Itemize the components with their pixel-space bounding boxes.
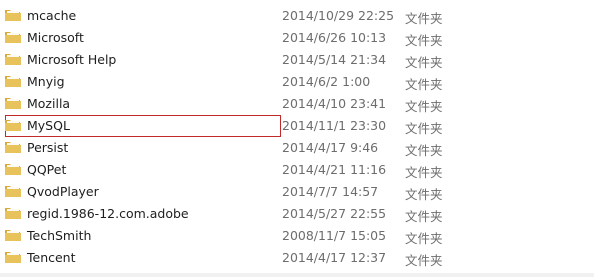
file-row[interactable]: Mozilla 2014/4/10 23:41 文件夹 bbox=[0, 93, 594, 115]
file-name: mcache bbox=[27, 8, 77, 23]
file-row[interactable]: Microsoft Help 2014/5/14 21:34 文件夹 bbox=[0, 49, 594, 71]
file-modified-date: 2014/6/26 10:13 bbox=[282, 30, 387, 45]
file-type: 文件夹 bbox=[405, 77, 443, 92]
file-row[interactable]: QQPet 2014/4/21 11:16 文件夹 bbox=[0, 159, 594, 181]
folder-icon bbox=[4, 117, 22, 133]
file-name: Tencent bbox=[27, 250, 76, 265]
file-name: QQPet bbox=[27, 162, 67, 177]
folder-icon bbox=[4, 249, 22, 265]
file-modified-date: 2014/4/17 12:37 bbox=[282, 250, 387, 265]
file-row[interactable]: Persist 2014/4/17 9:46 文件夹 bbox=[0, 137, 594, 159]
file-row[interactable]: TechSmith 2008/11/7 15:05 文件夹 bbox=[0, 225, 594, 247]
file-type: 文件夹 bbox=[405, 33, 443, 48]
file-modified-date: 2014/4/21 11:16 bbox=[282, 162, 387, 177]
file-row[interactable]: regid.1986-12.com.adobe 2014/5/27 22:55 文件… bbox=[0, 203, 594, 225]
file-type: 文件夹 bbox=[405, 209, 443, 224]
file-type: 文件夹 bbox=[405, 231, 443, 246]
folder-icon bbox=[4, 227, 22, 243]
file-type: 文件夹 bbox=[405, 121, 443, 136]
file-type: 文件夹 bbox=[405, 165, 443, 180]
file-type: 文件夹 bbox=[405, 11, 443, 26]
file-name: regid.1986-12.com.adobe bbox=[27, 206, 189, 221]
folder-icon bbox=[4, 139, 22, 155]
file-modified-date: 2014/4/17 9:46 bbox=[282, 140, 379, 155]
folder-icon bbox=[4, 29, 22, 45]
file-modified-date: 2014/11/1 23:30 bbox=[282, 118, 387, 133]
folder-icon bbox=[4, 161, 22, 177]
file-type: 文件夹 bbox=[405, 99, 443, 114]
file-row[interactable]: Tencent 2014/4/17 12:37 文件夹 bbox=[0, 247, 594, 269]
file-modified-date: 2014/5/14 21:34 bbox=[282, 52, 387, 67]
folder-icon bbox=[4, 7, 22, 23]
file-list: mcache 2014/10/29 22:25 文件夹 Microsoft 2014/6… bbox=[0, 0, 594, 277]
file-row[interactable]: mcache 2014/10/29 22:25 文件夹 bbox=[0, 5, 594, 27]
file-type: 文件夹 bbox=[405, 55, 443, 70]
folder-icon bbox=[4, 73, 22, 89]
file-row[interactable]: Microsoft 2014/6/26 10:13 文件夹 bbox=[0, 27, 594, 49]
file-type: 文件夹 bbox=[405, 253, 443, 268]
file-row[interactable]: MySQL 2014/11/1 23:30 文件夹 bbox=[0, 115, 594, 137]
file-modified-date: 2014/4/10 23:41 bbox=[282, 96, 387, 111]
folder-icon bbox=[4, 95, 22, 111]
file-row[interactable]: Mnyig 2014/6/2 1:00 文件夹 bbox=[0, 71, 594, 93]
file-type: 文件夹 bbox=[405, 187, 443, 202]
folder-icon bbox=[4, 51, 22, 67]
file-modified-date: 2014/6/2 1:00 bbox=[282, 74, 371, 89]
file-name: Mnyig bbox=[27, 74, 65, 89]
folder-icon bbox=[4, 183, 22, 199]
file-modified-date: 2008/11/7 15:05 bbox=[282, 228, 387, 243]
file-name: MySQL bbox=[27, 118, 70, 133]
folder-icon bbox=[4, 205, 22, 221]
file-name: Mozilla bbox=[27, 96, 71, 111]
file-modified-date: 2014/7/7 14:57 bbox=[282, 184, 379, 199]
bottom-edge bbox=[0, 273, 594, 277]
file-name: QvodPlayer bbox=[27, 184, 99, 199]
file-modified-date: 2014/10/29 22:25 bbox=[282, 8, 395, 23]
file-row[interactable]: QvodPlayer 2014/7/7 14:57 文件夹 bbox=[0, 181, 594, 203]
file-name: Microsoft Help bbox=[27, 52, 117, 67]
file-type: 文件夹 bbox=[405, 143, 443, 158]
file-name: TechSmith bbox=[27, 228, 92, 243]
file-name: Microsoft bbox=[27, 30, 84, 45]
file-name: Persist bbox=[27, 140, 69, 155]
file-modified-date: 2014/5/27 22:55 bbox=[282, 206, 387, 221]
